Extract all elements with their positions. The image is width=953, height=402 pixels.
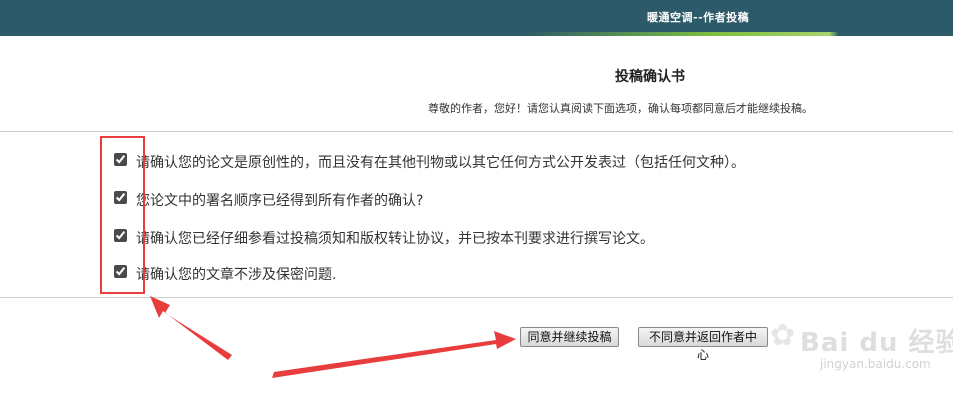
arrow-to-checkboxes-icon	[150, 296, 232, 360]
arrow-to-agree-button-icon	[272, 331, 516, 378]
watermark-logo: Bai du 经验	[800, 328, 953, 358]
watermark-url: jingyan.baidu.com	[820, 357, 931, 371]
baidu-paw-icon: ✿	[770, 318, 796, 353]
